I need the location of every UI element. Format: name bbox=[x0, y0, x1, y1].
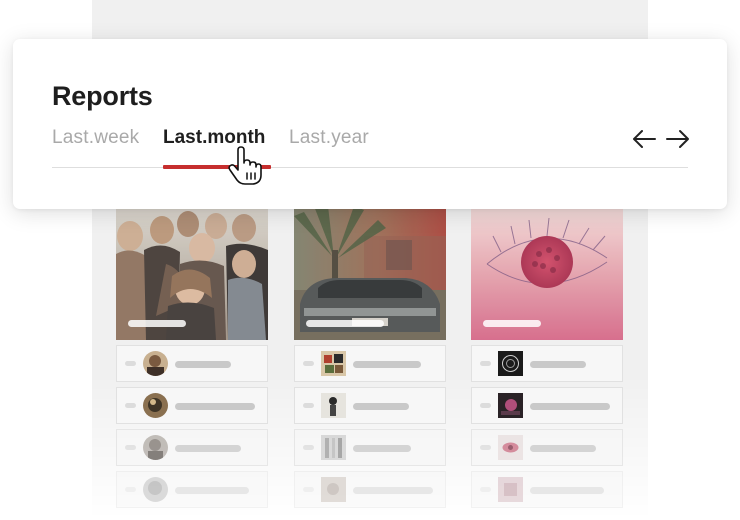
track-indicator bbox=[303, 445, 314, 450]
track-row[interactable] bbox=[116, 387, 268, 424]
track-title-placeholder bbox=[353, 487, 433, 494]
track-row[interactable] bbox=[471, 345, 623, 382]
artist-avatar bbox=[321, 351, 346, 376]
track-title-placeholder bbox=[175, 487, 249, 494]
track-row[interactable] bbox=[116, 345, 268, 382]
track-indicator bbox=[303, 403, 314, 408]
track-title-placeholder bbox=[530, 403, 610, 410]
tab-last-year[interactable]: Last.year bbox=[289, 127, 369, 149]
track-row[interactable] bbox=[471, 429, 623, 466]
artist-avatar bbox=[321, 477, 346, 502]
track-title-placeholder bbox=[353, 445, 411, 452]
track-row[interactable] bbox=[294, 345, 446, 382]
artist-avatar bbox=[498, 393, 523, 418]
track-indicator bbox=[480, 487, 491, 492]
artist-avatar bbox=[143, 477, 168, 502]
track-row[interactable] bbox=[294, 387, 446, 424]
reports-card: Reports Last.week Last.month Last.year bbox=[13, 39, 727, 209]
artist-avatar bbox=[498, 351, 523, 376]
album-title-placeholder bbox=[128, 320, 186, 327]
track-row[interactable] bbox=[471, 471, 623, 508]
track-indicator bbox=[480, 361, 491, 366]
artist-avatar bbox=[143, 393, 168, 418]
artist-avatar bbox=[321, 435, 346, 460]
artist-avatar bbox=[143, 435, 168, 460]
track-row[interactable] bbox=[116, 429, 268, 466]
hand-pointer-icon bbox=[227, 146, 263, 186]
arrow-left-icon bbox=[633, 130, 656, 148]
track-title-placeholder bbox=[530, 445, 596, 452]
track-row[interactable] bbox=[294, 471, 446, 508]
track-indicator bbox=[125, 445, 136, 450]
track-row[interactable] bbox=[471, 387, 623, 424]
album-column-3 bbox=[471, 206, 623, 508]
track-row[interactable] bbox=[116, 471, 268, 508]
track-indicator bbox=[125, 361, 136, 366]
track-indicator bbox=[125, 487, 136, 492]
artist-avatar bbox=[498, 477, 523, 502]
track-title-placeholder bbox=[353, 403, 409, 410]
track-indicator bbox=[303, 487, 314, 492]
album-column-2 bbox=[294, 206, 446, 508]
arrow-right-icon bbox=[666, 130, 689, 148]
tabs-divider bbox=[52, 167, 688, 168]
track-title-placeholder bbox=[530, 487, 604, 494]
album-cover-1[interactable] bbox=[116, 206, 268, 340]
tab-last-week[interactable]: Last.week bbox=[52, 127, 139, 149]
album-cover-3[interactable] bbox=[471, 206, 623, 340]
page-title: Reports bbox=[52, 81, 153, 111]
album-title-placeholder bbox=[483, 320, 541, 327]
track-indicator bbox=[125, 403, 136, 408]
previous-period-button[interactable] bbox=[631, 128, 657, 150]
track-title-placeholder bbox=[175, 361, 231, 368]
track-indicator bbox=[480, 445, 491, 450]
track-title-placeholder bbox=[175, 445, 241, 452]
next-period-button[interactable] bbox=[665, 128, 691, 150]
track-indicator bbox=[480, 403, 491, 408]
track-title-placeholder bbox=[530, 361, 586, 368]
album-cover-2[interactable] bbox=[294, 206, 446, 340]
track-indicator bbox=[303, 361, 314, 366]
track-title-placeholder bbox=[175, 403, 255, 410]
artist-avatar bbox=[498, 435, 523, 460]
track-row[interactable] bbox=[294, 429, 446, 466]
artist-avatar bbox=[143, 351, 168, 376]
artist-avatar bbox=[321, 393, 346, 418]
track-title-placeholder bbox=[353, 361, 421, 368]
album-title-placeholder bbox=[306, 320, 384, 327]
album-column-1 bbox=[116, 206, 268, 508]
